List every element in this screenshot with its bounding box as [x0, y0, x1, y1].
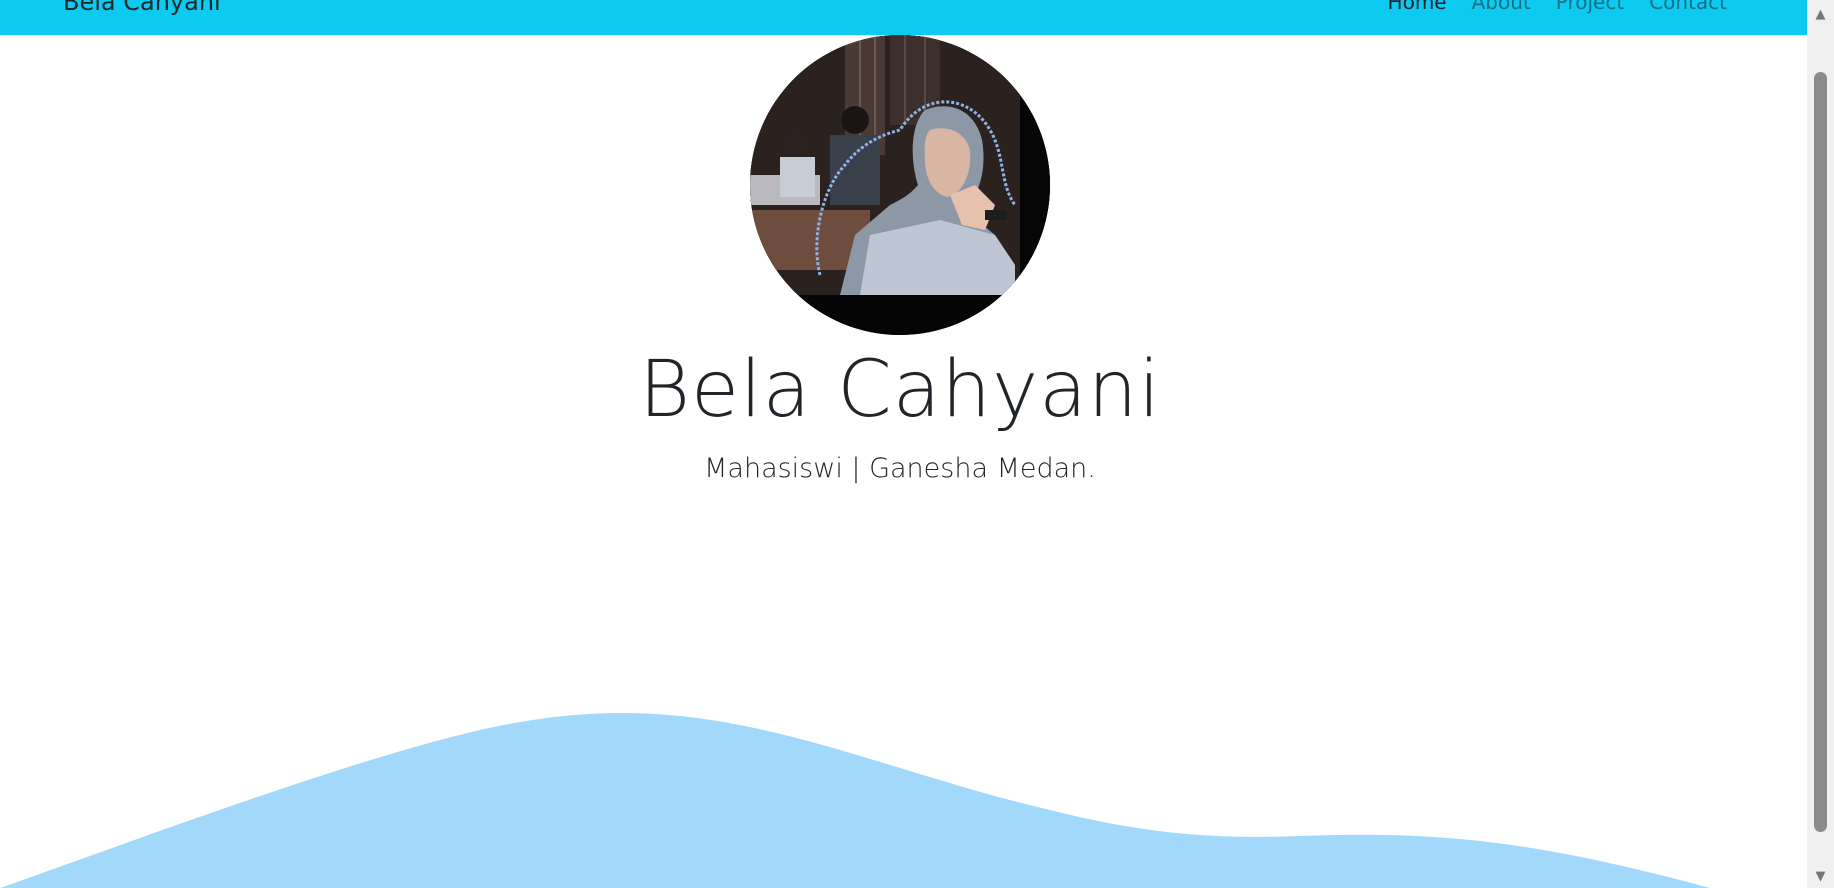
scrollbar-thumb[interactable]: [1814, 72, 1827, 832]
vertical-scrollbar[interactable]: ▲ ▼: [1807, 0, 1834, 888]
nav-link-about[interactable]: About: [1472, 0, 1531, 14]
profile-avatar: [750, 35, 1050, 335]
decorative-wave: [0, 712, 1710, 888]
page-viewport: Bela Cahyani Home About Project Contact: [0, 0, 1807, 888]
navbar-brand[interactable]: Bela Cahyani: [63, 0, 221, 16]
nav-links: Home About Project Contact: [1388, 0, 1727, 14]
profile-photo-illustration: [750, 35, 1050, 335]
nav-link-project[interactable]: Project: [1556, 0, 1624, 14]
nav-link-contact[interactable]: Contact: [1649, 0, 1727, 14]
nav-link-home[interactable]: Home: [1388, 0, 1447, 14]
scroll-down-icon[interactable]: ▼: [1807, 866, 1834, 886]
hero-tagline: Mahasiswi | Ganesha Medan.: [704, 453, 1096, 484]
scroll-up-icon[interactable]: ▲: [1807, 4, 1834, 24]
hero-title: Bela Cahyani: [638, 345, 1162, 435]
navbar: Bela Cahyani Home About Project Contact: [0, 0, 1807, 35]
